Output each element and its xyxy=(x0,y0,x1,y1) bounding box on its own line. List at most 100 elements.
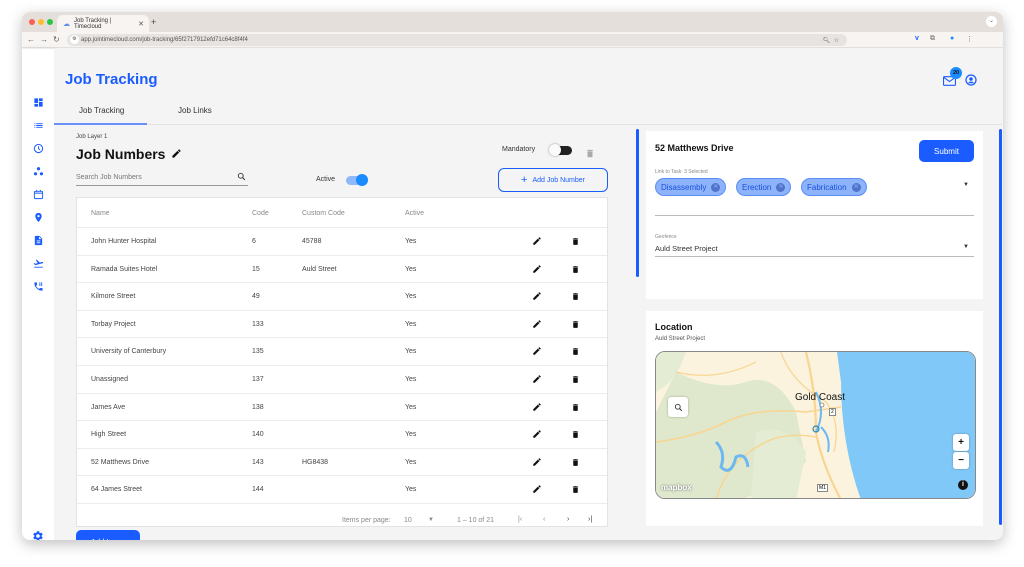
edit-icon[interactable] xyxy=(532,484,542,496)
map-zoom-in-button[interactable]: + xyxy=(953,434,969,451)
next-page-icon[interactable]: › xyxy=(567,516,569,523)
edit-icon[interactable] xyxy=(532,374,542,386)
map-zoom-out-button[interactable]: − xyxy=(953,452,969,469)
tab-job-tracking[interactable]: Job Tracking xyxy=(79,106,124,115)
mapbox-logo[interactable]: mapbox xyxy=(661,483,692,492)
submit-button[interactable]: Submit xyxy=(919,140,974,162)
tab-job-links[interactable]: Job Links xyxy=(178,106,212,115)
table-row[interactable]: James Ave 138 Yes xyxy=(77,394,607,422)
forward-icon[interactable]: → xyxy=(40,35,48,44)
edit-icon[interactable] xyxy=(532,457,542,469)
remove-chip-icon[interactable]: ✕ xyxy=(711,182,721,192)
remove-chip-icon[interactable]: ✕ xyxy=(851,182,861,192)
delete-icon[interactable] xyxy=(571,346,580,359)
tab-search-button[interactable]: ⌄ xyxy=(986,16,997,27)
column-header-name[interactable]: Name xyxy=(91,210,110,217)
extensions-puzzle-icon[interactable]: ⧉ xyxy=(930,35,935,43)
task-select-caret-icon[interactable]: ▼ xyxy=(963,182,969,188)
document-icon[interactable] xyxy=(32,234,44,246)
edit-icon[interactable] xyxy=(532,264,542,276)
items-per-page-select[interactable]: 10 xyxy=(404,517,412,524)
edit-icon[interactable] xyxy=(532,291,542,303)
task-chip-fabrication[interactable]: Fabrication ✕ xyxy=(801,178,867,196)
delete-icon[interactable] xyxy=(571,291,580,304)
column-header-active[interactable]: Active xyxy=(405,210,424,217)
close-window-button[interactable] xyxy=(29,19,35,25)
table-row[interactable]: Unassigned 137 Yes xyxy=(77,366,607,394)
phone-forward-icon[interactable] xyxy=(32,280,44,292)
column-header-code[interactable]: Code xyxy=(252,210,269,217)
table-row[interactable]: High Street 140 Yes xyxy=(77,421,607,449)
table-row[interactable]: 52 Matthews Drive 143 HG8438 Yes xyxy=(77,449,607,477)
map-info-icon[interactable]: i xyxy=(958,480,968,490)
delete-icon[interactable] xyxy=(571,264,580,277)
flight-takeoff-icon[interactable] xyxy=(32,257,44,269)
new-tab-button[interactable]: + xyxy=(151,17,156,27)
task-chip-disassembly[interactable]: Disassembly ✕ xyxy=(655,178,727,196)
table-row[interactable]: Kilmore Street 49 Yes xyxy=(77,283,607,311)
cell-custom-code: Auld Street xyxy=(302,265,337,273)
edit-icon[interactable] xyxy=(532,402,542,414)
minimize-window-button[interactable] xyxy=(38,19,44,25)
bookmark-star-icon[interactable]: ☆ xyxy=(834,38,839,44)
notifications-badge: 20 xyxy=(950,67,962,79)
task-chip-erection[interactable]: Erection ✕ xyxy=(736,178,792,196)
edit-title-icon[interactable] xyxy=(171,146,182,162)
close-tab-icon[interactable]: ✕ xyxy=(138,20,144,28)
back-icon[interactable]: ← xyxy=(27,35,35,44)
active-toggle[interactable] xyxy=(346,174,368,186)
delete-icon[interactable] xyxy=(571,236,580,249)
search-icon[interactable] xyxy=(237,172,246,183)
geofence-select[interactable]: Auld Street Project xyxy=(655,244,718,253)
table-row[interactable]: Ramada Suites Hotel 15 Auld Street Yes xyxy=(77,256,607,284)
calendar-icon[interactable] xyxy=(32,188,44,200)
gear-icon[interactable] xyxy=(32,530,44,540)
geofence-caret-icon[interactable]: ▼ xyxy=(963,244,969,250)
account-icon[interactable] xyxy=(965,73,977,91)
column-header-custom-code[interactable]: Custom Code xyxy=(302,210,345,217)
edit-icon[interactable] xyxy=(532,319,542,331)
vimeo-extension-icon[interactable]: v xyxy=(915,35,919,42)
table-row[interactable]: Torbay Project 133 Yes xyxy=(77,311,607,339)
location-pin-icon[interactable] xyxy=(32,211,44,223)
browser-tab[interactable]: ☁ Job Tracking | Timecloud ✕ xyxy=(57,15,149,32)
dashboard-icon[interactable] xyxy=(32,96,44,108)
right-panel-scrollbar[interactable] xyxy=(999,129,1002,525)
previous-page-icon[interactable]: ‹ xyxy=(543,516,545,523)
site-settings-icon[interactable]: ⚙ xyxy=(70,35,79,44)
remove-chip-icon[interactable]: ✕ xyxy=(776,182,786,192)
reload-icon[interactable]: ↻ xyxy=(53,35,60,44)
table-row[interactable]: John Hunter Hospital 6 45788 Yes xyxy=(77,228,607,256)
delete-icon[interactable] xyxy=(571,402,580,415)
hierarchy-icon[interactable] xyxy=(32,165,44,177)
items-per-page-caret-icon[interactable]: ▼ xyxy=(428,517,434,523)
url-field[interactable]: ⚙ app.jointimecloud.com/job-tracking/65f… xyxy=(67,34,847,46)
first-page-icon[interactable]: |‹ xyxy=(518,516,522,523)
mandatory-toggle[interactable] xyxy=(549,144,572,156)
left-panel-scrollbar[interactable] xyxy=(636,129,639,277)
maximize-window-button[interactable] xyxy=(47,19,53,25)
delete-layer-icon[interactable] xyxy=(585,146,595,164)
edit-icon[interactable] xyxy=(532,429,542,441)
list-icon[interactable] xyxy=(32,119,44,131)
edit-icon[interactable] xyxy=(532,236,542,248)
delete-icon[interactable] xyxy=(571,374,580,387)
table-row[interactable]: University of Canterbury 135 Yes xyxy=(77,338,607,366)
location-map[interactable]: Gold Coast 2 M1 + − i mapbox xyxy=(655,351,976,499)
sidebar xyxy=(22,49,54,540)
table-row[interactable]: 64 James Street 144 Yes xyxy=(77,476,607,504)
browser-menu-icon[interactable]: ⋮ xyxy=(966,35,973,43)
add-job-number-button[interactable]: + Add Job Number xyxy=(498,168,608,192)
clock-icon[interactable] xyxy=(32,142,44,154)
delete-icon[interactable] xyxy=(571,484,580,497)
delete-icon[interactable] xyxy=(571,429,580,442)
add-layer-button[interactable]: Add Layer xyxy=(76,530,140,540)
map-search-button[interactable] xyxy=(668,397,688,417)
delete-icon[interactable] xyxy=(571,457,580,470)
profile-extension-icon[interactable]: ● xyxy=(950,35,954,42)
zoom-page-icon[interactable]: 🔍︎ xyxy=(823,38,831,44)
edit-icon[interactable] xyxy=(532,346,542,358)
delete-icon[interactable] xyxy=(571,319,580,332)
search-job-numbers-input[interactable]: Search Job Numbers xyxy=(76,170,248,186)
last-page-icon[interactable]: ›| xyxy=(588,516,592,523)
